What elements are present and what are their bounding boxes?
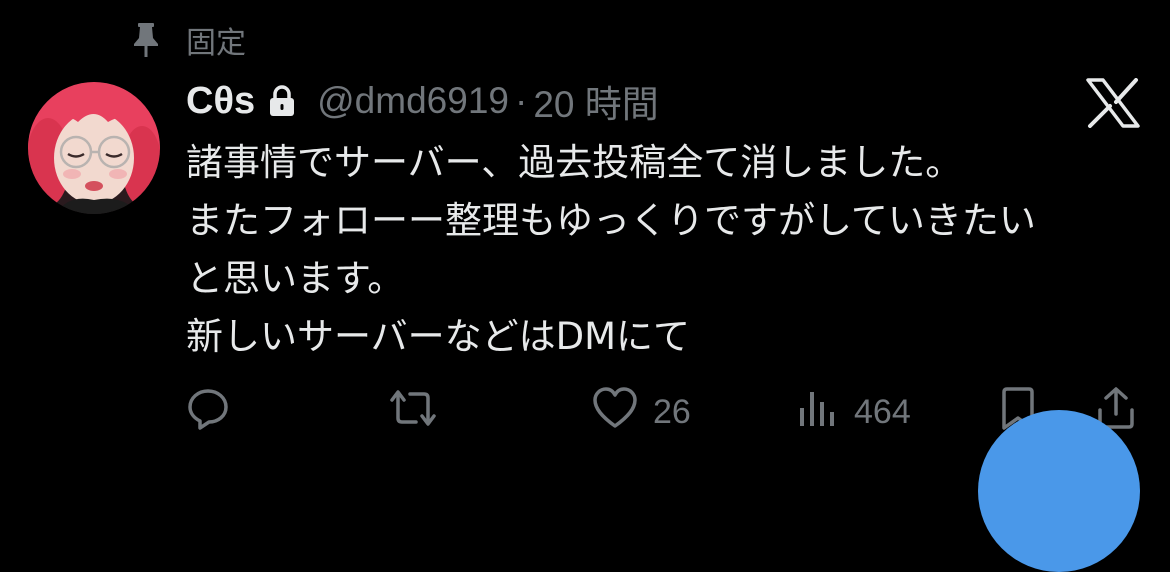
reply-button[interactable] [186,386,230,438]
tweet-text-line: と思います。 [186,257,405,300]
tweet-text-line: 諸事情でサーバー、過去投稿全て消しました。 [186,141,963,184]
repost-button[interactable] [386,386,440,438]
tweet-text: 諸事情でサーバー、過去投稿全て消しました。 またフォローー整理もゆっくりですがし… [186,134,1146,366]
timestamp[interactable]: 20 時間 [533,74,658,128]
tweet-text-line: またフォローー整理もゆっくりですがしていきたい [186,199,1036,242]
separator-dot: · [514,80,528,121]
compose-fab[interactable] [978,410,1140,572]
like-button[interactable]: 26 [591,386,691,438]
display-name[interactable]: Cθs [186,80,255,123]
tweet-header: Cθs @dmd6919 · 20 時間 [186,76,659,126]
user-handle[interactable]: @dmd6919 [317,80,509,122]
views-button[interactable]: 464 [796,386,911,438]
pin-icon [128,20,164,60]
pinned-label: 固定 [186,26,246,61]
x-logo [1086,78,1140,128]
reply-icon [186,386,230,439]
avatar[interactable] [28,82,160,214]
like-count: 26 [653,392,691,431]
action-bar: 26 464 [186,386,1146,438]
heart-icon [591,386,639,439]
views-icon [796,386,840,439]
tweet-text-line: 新しいサーバーなどはDMにて [186,315,691,358]
views-count: 464 [854,392,911,431]
repost-icon [386,386,440,439]
lock-icon [267,84,297,118]
pinned-indicator: 固定 [128,18,246,62]
